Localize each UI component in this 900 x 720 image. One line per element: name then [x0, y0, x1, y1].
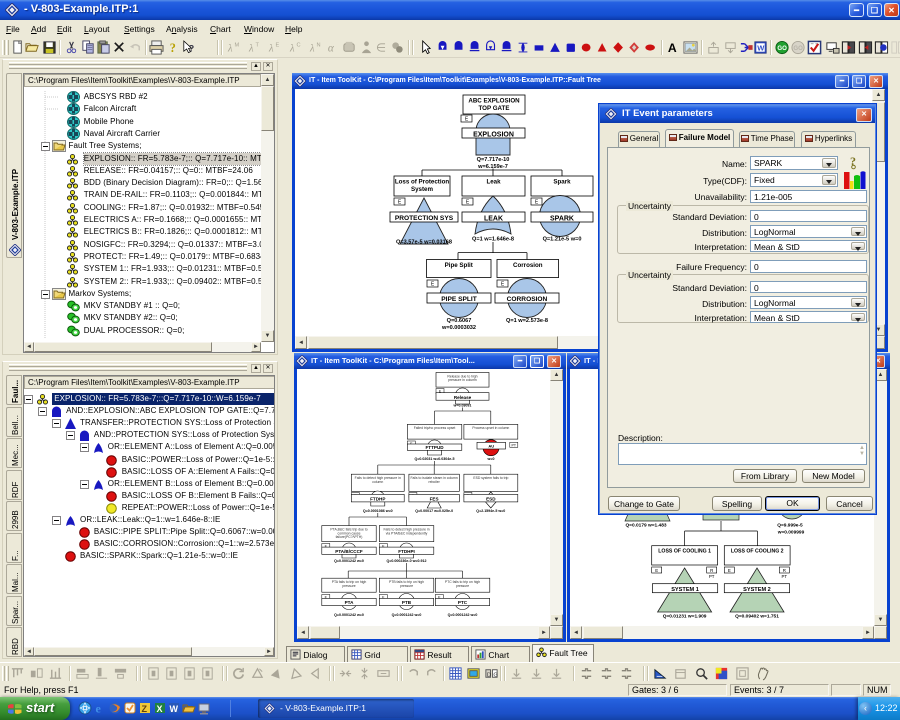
svg-text:PTB: PTB: [402, 600, 412, 605]
svg-text:PTA: PTA: [345, 600, 355, 605]
svg-text:?: ?: [189, 43, 195, 53]
svg-text:TOP GATE: TOP GATE: [479, 105, 510, 112]
svg-text:AU: AU: [488, 444, 494, 449]
svg-text:λ: λ: [227, 43, 233, 54]
svg-text:w=0: w=0: [487, 457, 495, 461]
svg-text:LOSS OF COOLING 2: LOSS OF COOLING 2: [731, 548, 784, 554]
svg-text:Q=0.0001242 w=0: Q=0.0001242 w=0: [334, 559, 364, 563]
svg-text:Q=0.00017 w=0.025e-0: Q=0.00017 w=0.025e-0: [415, 509, 453, 513]
svg-text:Q=1 w=1.646e-8: Q=1 w=1.646e-8: [472, 237, 514, 243]
svg-text:ABC EXPLOSION: ABC EXPLOSION: [468, 98, 520, 105]
svg-text:column: column: [372, 480, 383, 484]
svg-text:λ: λ: [309, 43, 315, 54]
svg-text:reboiler: reboiler: [428, 480, 440, 484]
svg-text:w=6.159e-7: w=6.159e-7: [477, 164, 508, 170]
svg-text:E: E: [655, 568, 658, 573]
svg-text:Q=1 w=2.573e-8: Q=1 w=2.573e-8: [506, 318, 548, 324]
svg-text:E: E: [276, 43, 280, 49]
svg-text:pressure: pressure: [342, 584, 355, 588]
svg-text:R: R: [783, 568, 786, 573]
svg-text:C: C: [296, 43, 300, 49]
svg-text:N: N: [317, 43, 321, 49]
svg-text:PIPE SPLIT: PIPE SPLIT: [441, 296, 477, 303]
svg-text:SPARK: SPARK: [550, 216, 574, 223]
svg-text:Q=2.1594e-5 w=0: Q=2.1594e-5 w=0: [476, 509, 505, 513]
svg-text:SYSTEM 1: SYSTEM 1: [671, 587, 699, 593]
svg-text:PTA/B/CCCF: PTA/B/CCCF: [335, 549, 363, 554]
svg-text:?: ?: [170, 41, 176, 55]
svg-text:e: e: [95, 702, 101, 716]
svg-text:SYSTEM 2: SYSTEM 2: [743, 587, 771, 593]
svg-text:A: A: [668, 41, 677, 55]
svg-text:X: X: [156, 704, 162, 714]
svg-text:Q=0.01231 w=1.909: Q=0.01231 w=1.909: [663, 614, 707, 620]
svg-text:Pipe Split: Pipe Split: [445, 262, 473, 269]
svg-text:FES: FES: [430, 497, 439, 502]
svg-text:ESD: ESD: [486, 497, 496, 502]
svg-text:Q=0.09402 w=1.751: Q=0.09402 w=1.751: [735, 614, 779, 620]
svg-text:R: R: [710, 568, 713, 573]
svg-text:LOSS OF COOLING 1: LOSS OF COOLING 1: [658, 548, 711, 554]
svg-text:w=0.03091: w=0.03091: [453, 404, 472, 408]
svg-text:Q=0.0001242 w=0: Q=0.0001242 w=0: [448, 613, 478, 617]
svg-text:λ: λ: [289, 43, 295, 54]
svg-text:Q=1.21e-5 w=0: Q=1.21e-5 w=0: [543, 237, 582, 243]
svg-text:Q=0.0001242 w=0: Q=0.0001242 w=0: [334, 613, 364, 617]
svg-text:Q=0.0001242 w=0: Q=0.0001242 w=0: [392, 613, 422, 617]
svg-text:PT: PT: [709, 574, 715, 579]
svg-text:W: W: [757, 43, 765, 52]
svg-text:CORROSION: CORROSION: [507, 296, 548, 303]
svg-text:W: W: [170, 704, 179, 714]
svg-text:GO: GO: [793, 45, 803, 52]
svg-text:Q=0.02031 w=0.0304e-5: Q=0.02031 w=0.0304e-5: [415, 457, 455, 461]
svg-text:ESD system fails to trip: ESD system fails to trip: [473, 476, 508, 480]
svg-text:G: G: [493, 672, 497, 678]
svg-text:λ: λ: [248, 43, 254, 54]
svg-text:T: T: [255, 43, 259, 49]
svg-text:LEAK: LEAK: [484, 216, 503, 223]
svg-text:System: System: [411, 186, 434, 193]
svg-text:Corrosion: Corrosion: [513, 262, 543, 269]
svg-text:M: M: [235, 43, 240, 49]
svg-text:α: α: [328, 42, 335, 54]
svg-text:Q=3.57e-5 w=0.03168: Q=3.57e-5 w=0.03168: [396, 240, 452, 246]
svg-text:w=0.009999: w=0.009999: [777, 530, 805, 536]
svg-text:Q=9.999e-5: Q=9.999e-5: [777, 523, 803, 529]
svg-text:FTDHP: FTDHP: [370, 497, 385, 502]
svg-text:Q=7.717e-10: Q=7.717e-10: [477, 157, 510, 163]
svg-text:PTC: PTC: [458, 600, 468, 605]
svg-text:Loss of Protection: Loss of Protection: [395, 179, 450, 186]
svg-text:D: D: [487, 672, 491, 678]
svg-text:Q=0.6067: Q=0.6067: [447, 318, 472, 324]
svg-text:w=0.0003032: w=0.0003032: [441, 325, 476, 331]
svg-text:EXPLOSION: EXPLOSION: [473, 132, 514, 139]
svg-text:Spark: Spark: [553, 179, 571, 186]
svg-text:Q=0.0001086 w=0: Q=0.0001086 w=0: [363, 509, 393, 513]
svg-text:FTTPUD: FTTPUD: [425, 445, 444, 450]
svg-text:via PTA/B&C independently: via PTA/B&C independently: [386, 531, 428, 535]
svg-text:E: E: [728, 568, 731, 573]
svg-text:pressure in column: pressure in column: [448, 378, 477, 382]
svg-text:Failed trip/no process upset: Failed trip/no process upset: [414, 426, 456, 430]
svg-text:Q=0.0179 w=1.483: Q=0.0179 w=1.483: [625, 523, 666, 529]
svg-text:PT: PT: [781, 574, 787, 579]
svg-text:Leak: Leak: [486, 179, 501, 186]
svg-text:∈: ∈: [376, 42, 386, 54]
svg-text:GO: GO: [777, 45, 787, 52]
svg-text:failure(PC?/\PTH): failure(PC?/\PTH): [336, 535, 363, 539]
svg-text:PROTECTION SYS: PROTECTION SYS: [395, 215, 454, 222]
svg-text:λ: λ: [268, 43, 274, 54]
svg-text:FTDHPI: FTDHPI: [398, 549, 415, 554]
svg-text:Process upset in column: Process upset in column: [472, 426, 509, 430]
svg-text:Q=0.000236e-0 w=0.912: Q=0.000236e-0 w=0.912: [387, 559, 427, 563]
svg-text:pressure: pressure: [400, 584, 413, 588]
svg-text:Release: Release: [454, 395, 472, 400]
svg-text:pressure: pressure: [456, 584, 469, 588]
svg-text:Z: Z: [141, 704, 147, 714]
